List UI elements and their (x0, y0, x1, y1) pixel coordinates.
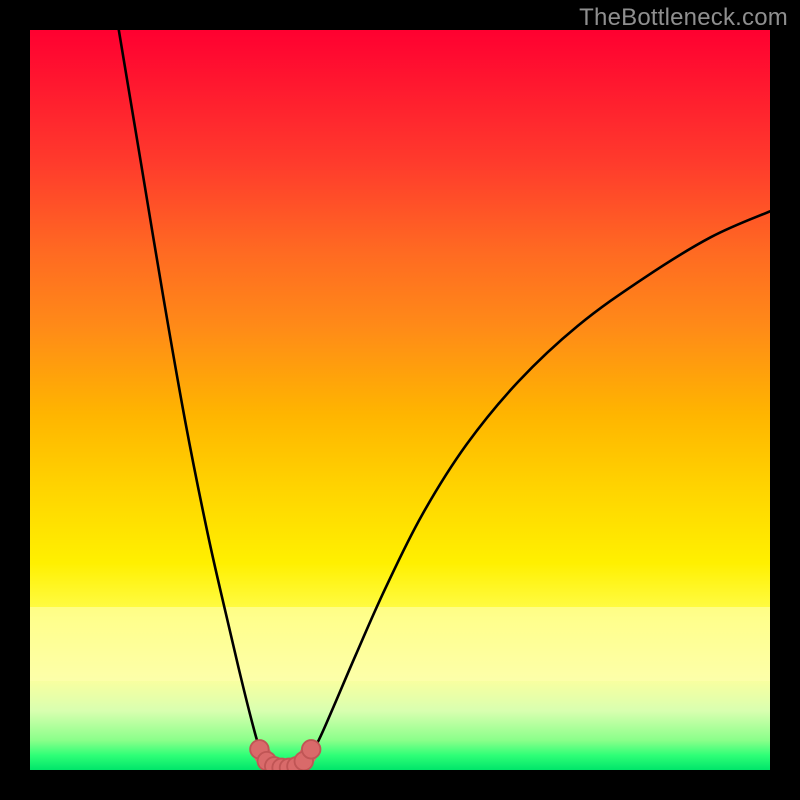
watermark-text: TheBottleneck.com (579, 4, 788, 32)
outer-frame: TheBottleneck.com (0, 0, 800, 800)
trough-markers (250, 740, 320, 770)
plot-area (30, 30, 770, 770)
left-branch-curve (119, 30, 273, 768)
trough-marker-dot (302, 740, 321, 759)
right-branch-curve (298, 211, 770, 767)
chart-svg (30, 30, 770, 770)
